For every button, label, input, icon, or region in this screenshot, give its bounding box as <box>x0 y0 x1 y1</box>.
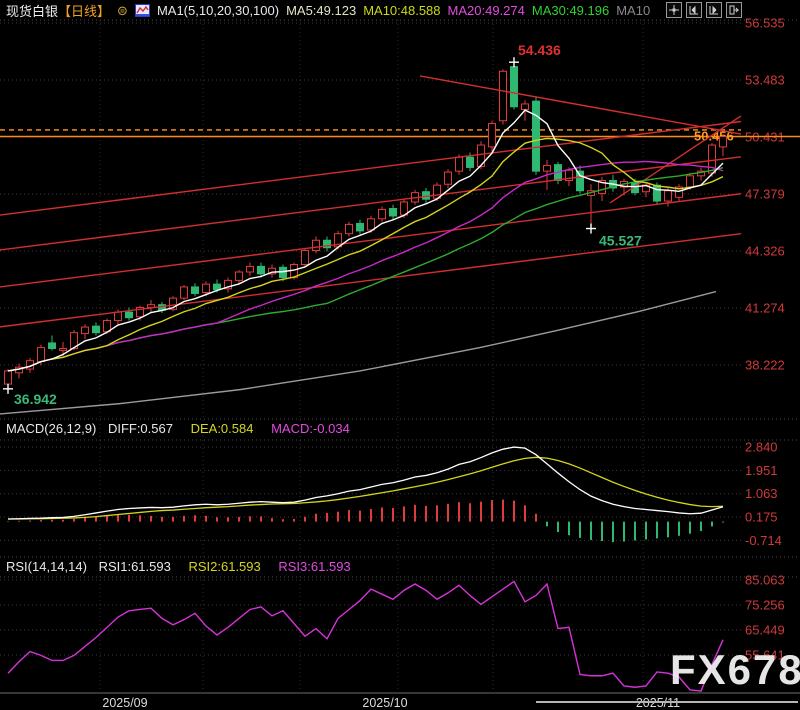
last-price-label: 50.456 <box>694 129 734 144</box>
candle <box>181 287 188 298</box>
trendline <box>420 76 741 134</box>
rsi2-value: RSI2:61.593 <box>188 559 260 574</box>
axis-left-icon[interactable] <box>686 2 702 18</box>
candle <box>522 104 529 110</box>
candle <box>511 67 518 107</box>
y-axis-label: 38.222 <box>745 357 785 372</box>
x-axis-label: 2025/09 <box>102 696 147 710</box>
ma5-value: MA5:49.123 <box>286 3 356 18</box>
y-axis-label: 0.175 <box>745 510 778 525</box>
period-label[interactable]: 【日线】 <box>58 1 110 20</box>
ma20-line <box>8 161 723 370</box>
rsi1-value: RSI1:61.593 <box>99 559 171 574</box>
candle <box>38 348 45 362</box>
rsi-line <box>8 581 723 691</box>
candle <box>533 101 540 171</box>
x-axis-label: 2025/10 <box>362 696 407 710</box>
ma10-line <box>8 138 723 371</box>
ma20-value: MA20:49.274 <box>448 3 525 18</box>
candle <box>445 172 452 184</box>
chart-toolbar <box>666 2 742 18</box>
scrollbar[interactable] <box>536 701 798 703</box>
y-axis-label: -0.714 <box>745 533 782 548</box>
candle <box>280 267 287 277</box>
candle <box>192 287 199 294</box>
macd-title: MACD(26,12,9) <box>6 421 96 436</box>
candle <box>489 124 496 147</box>
candle <box>379 209 386 218</box>
candle <box>346 224 353 233</box>
chart-app: 现货白银 【日线】 ⊜ MA1(5,10,20,30,100) MA5:49.1… <box>0 0 800 710</box>
y-axis-label: 85.063 <box>745 573 785 588</box>
candle <box>390 209 397 216</box>
macd-value: MACD:-0.034 <box>271 421 350 436</box>
circle-menu-icon[interactable]: ⊜ <box>117 4 128 17</box>
ma100-line <box>0 292 716 414</box>
pane-shift-icon[interactable] <box>726 2 742 18</box>
y-axis-label: 1.063 <box>745 486 778 501</box>
candle <box>93 326 100 333</box>
y-axis-label: 2.840 <box>745 440 778 455</box>
candle <box>544 166 551 172</box>
y-axis-label: 41.274 <box>745 300 785 315</box>
candle <box>258 266 265 273</box>
candle <box>203 284 210 292</box>
axis-right-icon[interactable] <box>706 2 722 18</box>
candle <box>302 251 309 265</box>
candle <box>357 223 364 230</box>
y-axis-label: 53.483 <box>745 72 785 87</box>
rsi-panel-header: RSI(14,14,14) RSI1:61.593 RSI2:61.593 RS… <box>6 559 365 574</box>
candle <box>60 349 67 351</box>
ma30-value: MA30:49.196 <box>532 3 609 18</box>
watermark: FX678 <box>670 646 800 694</box>
candle <box>500 71 507 120</box>
y-axis-label: 44.326 <box>745 243 785 258</box>
candle <box>665 191 672 201</box>
price-annotation: 54.436 <box>518 42 561 58</box>
y-axis-label: 47.379 <box>745 186 785 201</box>
y-axis-label: 1.951 <box>745 463 778 478</box>
mini-chart-icon[interactable] <box>135 4 150 17</box>
candle <box>467 157 474 167</box>
price-annotation: 45.527 <box>599 233 642 249</box>
rsi-title: RSI(14,14,14) <box>6 559 87 574</box>
candle <box>126 312 133 318</box>
price-chart-canvas[interactable]: 56.53553.48350.43147.37944.32641.27438.2… <box>0 0 800 710</box>
candle <box>5 371 12 384</box>
macd-diff-value: DIFF:0.567 <box>108 421 173 436</box>
rsi3-value: RSI3:61.593 <box>278 559 350 574</box>
candle <box>313 240 320 250</box>
candle <box>720 137 727 147</box>
y-axis-label: 75.256 <box>745 598 785 613</box>
ma10-value: MA10:48.588 <box>363 3 440 18</box>
candle <box>654 185 661 201</box>
macd-dea-value: DEA:0.584 <box>191 421 254 436</box>
trendline <box>0 121 741 215</box>
candle <box>368 219 375 230</box>
candle <box>49 343 56 349</box>
candle <box>247 266 254 272</box>
ma-group-label: MA1(5,10,20,30,100) <box>157 3 279 18</box>
candle <box>577 171 584 191</box>
candle <box>82 327 89 334</box>
candle <box>214 284 221 290</box>
ma100-label: MA10 <box>616 3 650 18</box>
crosshair-icon[interactable] <box>666 2 682 18</box>
candle <box>456 157 463 171</box>
candle <box>236 272 243 280</box>
macd-panel-header: MACD(26,12,9) DIFF:0.567 DEA:0.584 MACD:… <box>6 421 364 436</box>
candle <box>687 176 694 187</box>
symbol-title: 现货白银 <box>6 1 58 20</box>
candle <box>115 312 122 320</box>
price-annotation: 36.942 <box>14 391 57 407</box>
y-axis-label: 65.449 <box>745 623 785 638</box>
